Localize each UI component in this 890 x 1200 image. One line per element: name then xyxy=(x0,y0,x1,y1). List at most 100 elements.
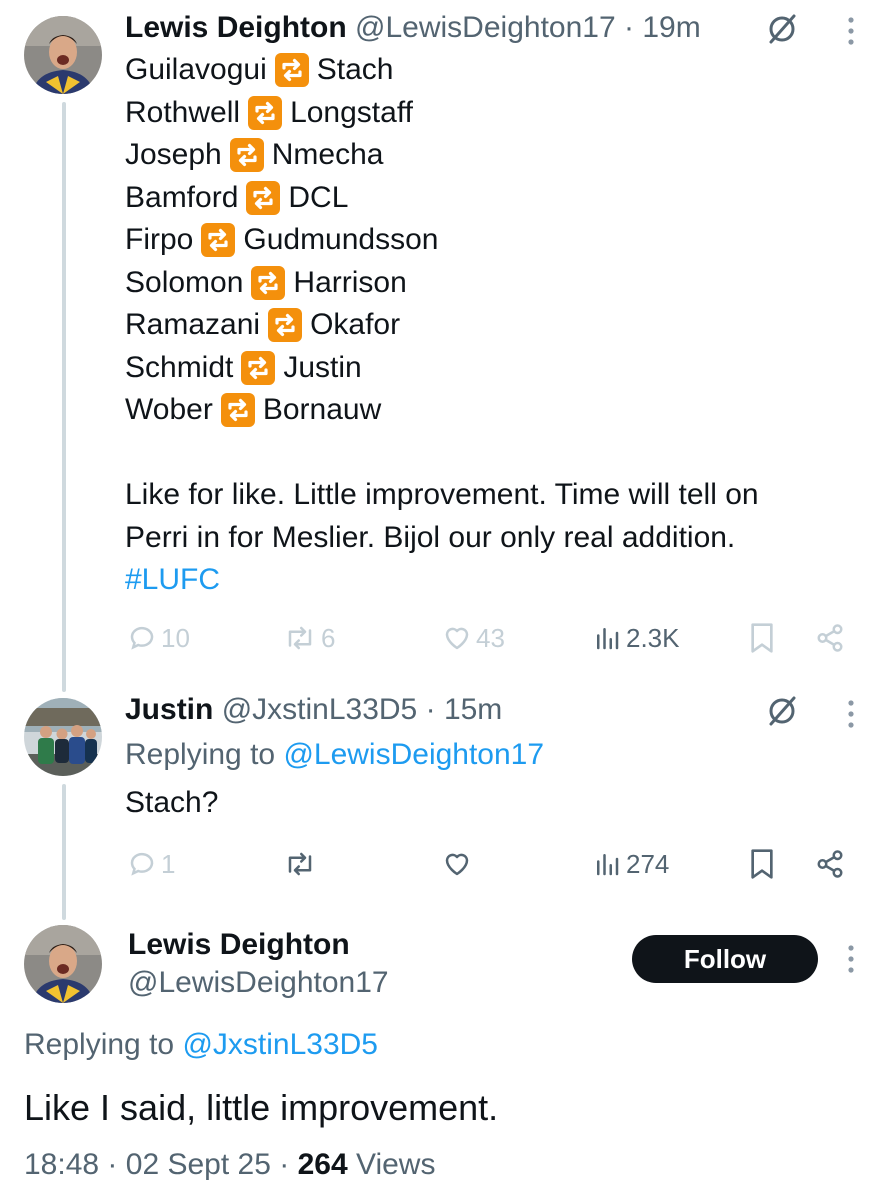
separator-dot: · xyxy=(425,693,436,726)
post-time[interactable]: 18:48 xyxy=(24,1148,99,1181)
hashtag-link[interactable]: #LUFC xyxy=(125,559,759,602)
timestamp[interactable]: 15m xyxy=(444,693,502,726)
timestamp[interactable]: 19m xyxy=(642,11,700,44)
tweet1-header: Lewis Deighton @LewisDeighton17 · 19m xyxy=(125,10,701,46)
replying-to: Replying to @LewisDeighton17 xyxy=(125,737,544,773)
tweet3-text: Like I said, little improvement. xyxy=(24,1087,499,1128)
player-in: Harrison xyxy=(293,265,407,299)
views-count: 274 xyxy=(626,848,670,879)
mention-link[interactable]: @JxstinL33D5 xyxy=(182,1028,378,1061)
bookmark-button[interactable] xyxy=(748,618,776,658)
thread-line xyxy=(62,102,66,692)
retweet-icon xyxy=(288,852,312,876)
swap-line: Guilavogui Stach xyxy=(125,49,759,92)
like-button[interactable] xyxy=(442,844,472,884)
replying-to-label: Replying to xyxy=(125,738,276,771)
share-button[interactable] xyxy=(815,844,845,884)
more-options-icon[interactable] xyxy=(845,14,857,48)
player-in: Justin xyxy=(283,350,362,384)
avatar-justin[interactable] xyxy=(24,698,102,776)
reply-icon xyxy=(130,626,154,650)
bookmark-icon xyxy=(751,849,773,879)
views-total: 264 xyxy=(297,1148,348,1181)
player-out: Rothwell xyxy=(125,95,241,129)
retweet-icon xyxy=(288,626,312,650)
more-options-icon[interactable] xyxy=(845,697,857,731)
repeat-emoji-icon xyxy=(274,53,309,88)
repeat-emoji-icon xyxy=(241,350,276,385)
swap-list: Guilavogui Stach Rothwell Longstaff Joseph Nm… xyxy=(125,49,759,432)
heart-icon xyxy=(445,853,469,876)
player-in: Gudmundsson xyxy=(243,223,439,256)
thread-line xyxy=(62,784,66,920)
retweet-count: 6 xyxy=(321,622,336,653)
share-button[interactable] xyxy=(815,618,845,658)
repeat-emoji-icon xyxy=(201,223,236,258)
tweet2-header: Justin @JxstinL33D5 · 15m xyxy=(125,692,502,728)
reply-button[interactable]: 10 xyxy=(127,618,190,658)
retweet-button[interactable] xyxy=(283,844,317,884)
player-out: Firpo xyxy=(125,223,194,256)
views-label[interactable]: Views xyxy=(356,1148,435,1181)
separator-dot: · xyxy=(279,1148,290,1181)
grok-icon[interactable] xyxy=(765,12,799,46)
share-icon xyxy=(817,850,843,878)
swap-line: Joseph Nmecha xyxy=(125,134,759,177)
repeat-emoji-icon xyxy=(246,180,281,215)
player-out: Wober xyxy=(125,393,213,426)
post-date[interactable]: 02 Sept 25 xyxy=(126,1148,271,1181)
swap-line: Solomon Harrison xyxy=(125,262,759,305)
player-in: Stach xyxy=(316,53,394,86)
author-name[interactable]: Lewis Deighton xyxy=(128,926,350,964)
analytics-icon xyxy=(597,854,619,876)
player-out: Joseph xyxy=(125,138,222,171)
player-out: Solomon xyxy=(125,265,244,299)
mention-link[interactable]: @LewisDeighton17 xyxy=(283,738,544,771)
swap-line: Firpo Gudmundsson xyxy=(125,219,759,262)
retweet-button[interactable]: 6 xyxy=(283,618,335,658)
reply-button[interactable]: 1 xyxy=(127,844,175,884)
reply-count: 10 xyxy=(161,622,190,653)
share-icon xyxy=(817,624,843,652)
separator-dot: · xyxy=(624,11,634,44)
repeat-emoji-icon xyxy=(251,265,286,300)
player-in: Bornauw xyxy=(262,393,382,426)
separator-dot: · xyxy=(107,1148,118,1181)
avatar-lewis[interactable] xyxy=(24,16,102,94)
like-button[interactable]: 43 xyxy=(442,618,505,658)
tweet-meta: 18:48 · 02 Sept 25 · 264 Views xyxy=(24,1145,435,1185)
swap-line: Rothwell Longstaff xyxy=(125,92,759,135)
follow-button[interactable]: Follow xyxy=(632,935,818,983)
like-count: 43 xyxy=(476,622,505,653)
player-out: Ramazani xyxy=(125,308,261,341)
swap-line: Wober Bornauw xyxy=(125,389,759,432)
bookmark-icon xyxy=(751,623,773,653)
views-button[interactable]: 2.3K xyxy=(592,618,680,658)
author-handle[interactable]: @LewisDeighton17 xyxy=(128,964,389,1002)
grok-icon[interactable] xyxy=(765,694,799,728)
bookmark-button[interactable] xyxy=(748,844,776,884)
tweet2-text: Stach? xyxy=(125,786,219,819)
player-in: Okafor xyxy=(310,308,401,341)
player-in: Longstaff xyxy=(290,95,413,129)
tweet1-text-line1: Like for like. Little improvement. Time … xyxy=(125,478,759,511)
swap-line: Schmidt Justin xyxy=(125,347,759,390)
reply-icon xyxy=(130,852,154,876)
avatar-lewis[interactable] xyxy=(24,925,102,1003)
player-in: Nmecha xyxy=(271,138,384,171)
author-handle[interactable]: @LewisDeighton17 xyxy=(355,11,616,44)
views-count: 2.3K xyxy=(626,622,680,653)
player-out: Schmidt xyxy=(125,350,234,384)
swap-line: Bamford DCL xyxy=(125,177,759,220)
swap-line: Ramazani Okafor xyxy=(125,304,759,347)
analytics-icon xyxy=(597,628,619,650)
repeat-emoji-icon xyxy=(268,308,303,343)
player-out: Bamford xyxy=(125,180,239,214)
author-name[interactable]: Lewis Deighton xyxy=(125,11,347,44)
repeat-emoji-icon xyxy=(229,138,264,173)
more-options-icon[interactable] xyxy=(845,942,857,976)
author-handle[interactable]: @JxstinL33D5 xyxy=(222,693,418,726)
views-button[interactable]: 274 xyxy=(592,844,669,884)
author-name[interactable]: Justin xyxy=(125,693,213,726)
replying-to-label: Replying to xyxy=(24,1028,175,1061)
